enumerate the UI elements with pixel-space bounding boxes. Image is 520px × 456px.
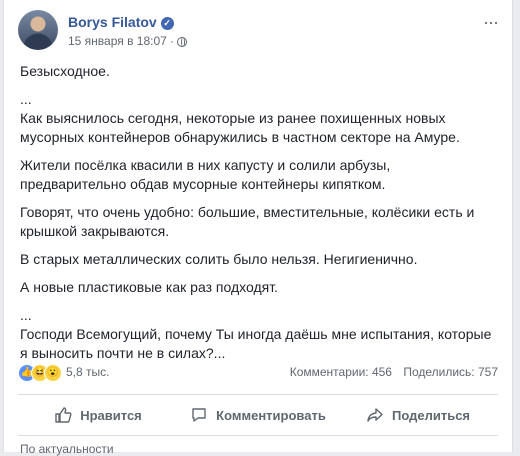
comment-label: Комментировать <box>216 407 326 423</box>
share-button[interactable]: Поделиться <box>338 395 498 435</box>
author-name[interactable]: Borys Filatov <box>68 14 157 30</box>
reactions-count[interactable]: 5,8 тыс. <box>66 365 109 379</box>
post-body: Безысходное. ... Как выяснилось сегодня,… <box>20 62 500 363</box>
wow-reaction-icon: 😮 <box>44 364 62 382</box>
meta-separator: · <box>169 34 174 48</box>
like-label: Нравится <box>80 407 142 423</box>
post-paragraph: В старых металлических солить было нельз… <box>20 251 418 267</box>
comment-button[interactable]: Комментировать <box>178 395 338 435</box>
post-paragraph: А новые пластиковые как раз подходят. <box>20 279 278 295</box>
post-header: Borys Filatov ✓ 15 января в 18:07 · ··· <box>18 10 502 54</box>
post-paragraph: Господи Всемогущий, почему Ты иногда даё… <box>20 326 492 361</box>
post-paragraph: ... <box>20 91 32 107</box>
thumbs-up-icon <box>55 407 72 423</box>
post-paragraph: Говорят, что очень удобно: большие, вмес… <box>20 204 475 239</box>
comment-sort-label[interactable]: По актуальности <box>20 442 114 456</box>
post-paragraph: Как выяснилось сегодня, некоторые из ран… <box>20 110 460 145</box>
share-arrow-icon <box>367 408 383 422</box>
author-name-container: Borys Filatov ✓ <box>68 14 174 30</box>
post-paragraph: Безысходное. <box>20 63 110 79</box>
post-stats: 👍 😆 😮 5,8 тыс. Комментарии: 456 Поделили… <box>18 362 498 384</box>
post-paragraph: Жители посёлка квасили в них капусту и с… <box>20 157 391 192</box>
more-options-icon[interactable]: ··· <box>483 12 499 33</box>
verified-badge-icon: ✓ <box>160 17 174 30</box>
like-button[interactable]: Нравится <box>18 395 178 435</box>
author-avatar[interactable] <box>18 10 58 50</box>
comment-icon <box>192 408 206 422</box>
share-label: Поделиться <box>391 407 471 423</box>
post-actions: Нравится Комментировать Поделиться <box>18 394 498 436</box>
post-timestamp[interactable]: 15 января в 18:07 <box>68 34 167 48</box>
post-meta: 15 января в 18:07 · <box>68 34 187 48</box>
post-card: Borys Filatov ✓ 15 января в 18:07 · ··· Бе… <box>3 0 513 456</box>
stats-right: Комментарии: 456 Поделились: 757 <box>282 365 498 379</box>
globe-icon[interactable] <box>176 37 187 47</box>
post-paragraph: ... <box>20 307 32 323</box>
comments-count[interactable]: Комментарии: 456 <box>290 365 392 379</box>
shares-count[interactable]: Поделились: 757 <box>403 365 498 379</box>
